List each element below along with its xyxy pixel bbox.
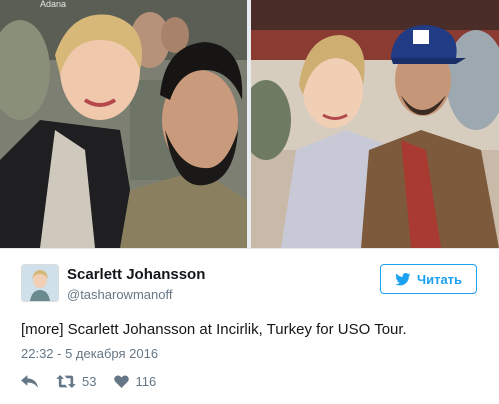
avatar[interactable] xyxy=(21,264,59,302)
follow-label: Читать xyxy=(416,271,463,287)
tweet-timestamp[interactable]: 22:32 - 5 декабря 2016 xyxy=(21,346,158,361)
retweet-button[interactable]: 53 xyxy=(56,374,96,389)
heart-icon xyxy=(114,375,130,388)
retweet-count: 53 xyxy=(82,373,97,389)
follow-button[interactable]: Читать xyxy=(380,264,477,294)
tweet-text: [more] Scarlett Johansson at Incirlik, T… xyxy=(21,321,407,338)
author-name[interactable]: Scarlett Johansson xyxy=(67,266,205,283)
tweet-actions: 53 116 xyxy=(21,373,156,389)
tweet-card: Scarlett Johansson @tasharowmanoff Читат… xyxy=(0,248,499,404)
photo-group-soldier[interactable] xyxy=(251,0,499,248)
photo-selfie-soldier[interactable] xyxy=(0,0,247,248)
retweet-icon xyxy=(56,374,76,388)
reply-button[interactable] xyxy=(21,374,38,388)
like-count: 116 xyxy=(135,373,157,389)
tweet-media[interactable]: Adana xyxy=(0,0,499,248)
twitter-bird-icon xyxy=(395,272,411,285)
reply-icon xyxy=(21,374,38,388)
author-handle[interactable]: @tasharowmanoff xyxy=(67,287,172,302)
media-top-caption: Adana xyxy=(40,0,67,9)
like-button[interactable]: 116 xyxy=(114,374,156,389)
